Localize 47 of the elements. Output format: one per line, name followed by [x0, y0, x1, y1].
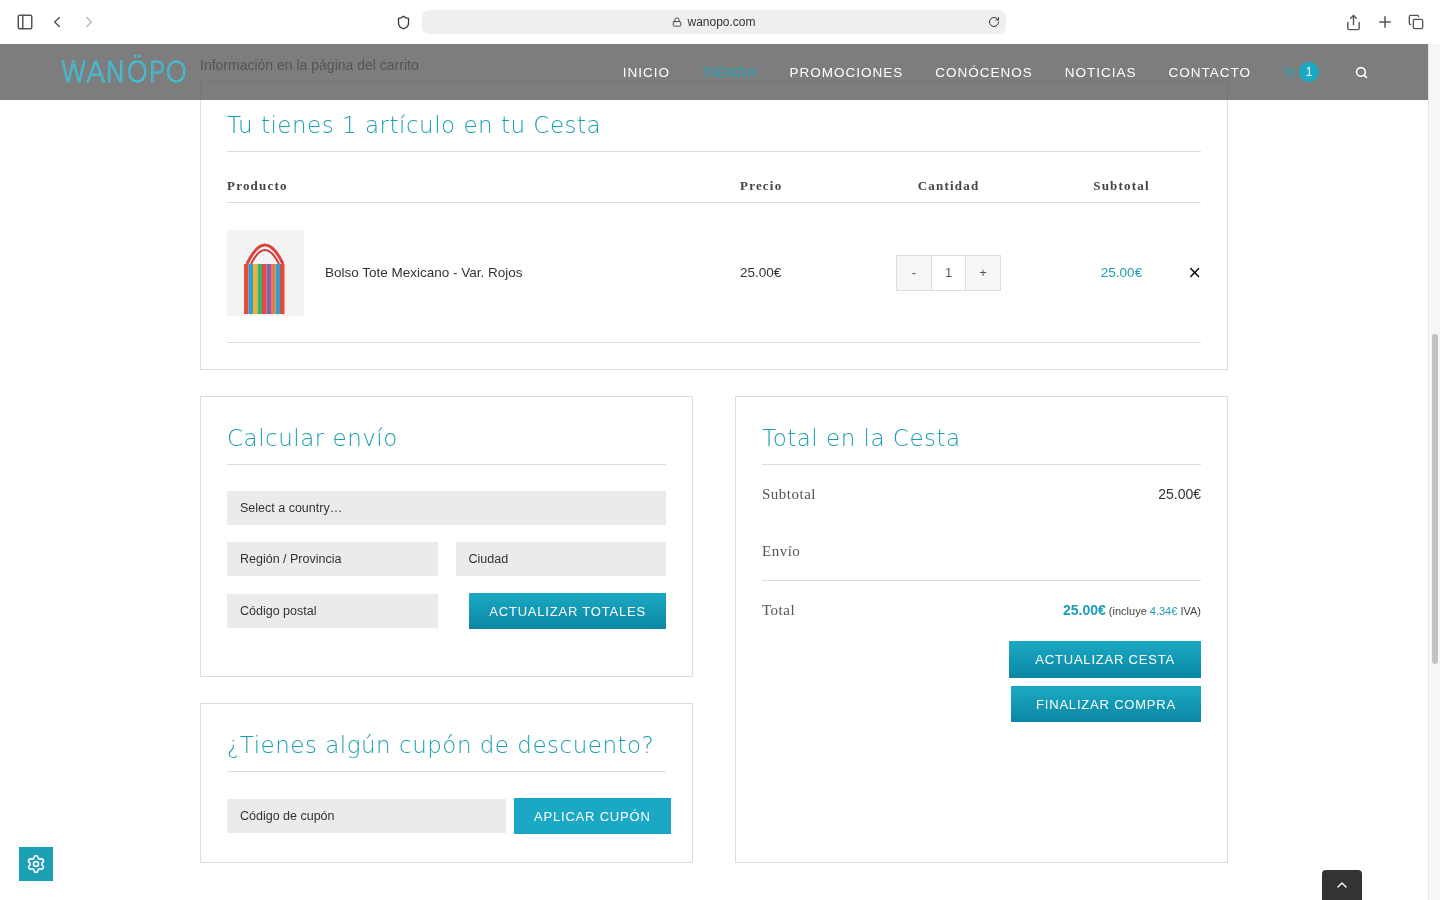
- shield-icon[interactable]: [396, 14, 411, 30]
- reload-icon[interactable]: [988, 16, 1000, 28]
- subtotal-label: Subtotal: [762, 485, 816, 503]
- settings-button[interactable]: [19, 847, 53, 881]
- subtotal-value: 25.00€: [1158, 486, 1201, 502]
- country-select[interactable]: Select a country…: [227, 491, 666, 525]
- total-label: Total: [762, 601, 796, 619]
- region-field[interactable]: Región / Provincia: [227, 542, 438, 576]
- product-name[interactable]: Bolso Tote Mexicano - Var. Rojos: [325, 265, 523, 280]
- subtotal: 25.00€: [1099, 265, 1144, 280]
- scroll-thumb[interactable]: [1432, 334, 1438, 664]
- shipping-label: Envío: [762, 543, 801, 560]
- apply-coupon-button[interactable]: APLICAR CUPÓN: [514, 798, 671, 834]
- column-header: Cantidad: [916, 177, 981, 195]
- update-totals-button[interactable]: ACTUALIZAR TOTALES: [469, 593, 666, 629]
- increment-button[interactable]: +: [966, 255, 1000, 290]
- total-value: 25.00€ (incluye 4.34€ IVA): [1062, 602, 1201, 618]
- city-field[interactable]: Ciudad: [455, 542, 666, 576]
- checkout-button[interactable]: FINALIZAR COMPRA: [1011, 686, 1201, 722]
- price: 25.00€: [740, 265, 783, 280]
- totals-title: Total en la Cesta: [762, 397, 1201, 465]
- column-header: Precio: [740, 177, 784, 195]
- cart-count: 1: [1299, 62, 1319, 82]
- nav-link[interactable]: NOTICIAS: [1064, 64, 1137, 80]
- new-tab-icon[interactable]: [1376, 13, 1394, 31]
- nav-link[interactable]: CONTACTO: [1168, 64, 1251, 80]
- nav-link[interactable]: INICIO: [622, 64, 670, 80]
- shipping-title: Calcular envío: [227, 397, 666, 465]
- back-to-top-button[interactable]: [1322, 870, 1362, 900]
- url-text: wanopo.com: [687, 15, 756, 29]
- column-header: Subtotal: [1092, 177, 1151, 195]
- update-cart-button[interactable]: ACTUALIZAR CESTA: [1009, 641, 1201, 678]
- share-icon[interactable]: [1345, 13, 1362, 31]
- postcode-field[interactable]: Código postal: [227, 594, 438, 628]
- coupon-title: ¿Tienes algún cupón de descuento?: [227, 704, 666, 772]
- lock-icon: [672, 17, 683, 27]
- nav-link[interactable]: PROMOCIONES: [789, 64, 904, 80]
- coupon-field[interactable]: Código de cupón: [227, 799, 506, 833]
- sidebar-icon[interactable]: [16, 13, 34, 31]
- decrement-button[interactable]: -: [897, 255, 931, 290]
- quantity-stepper[interactable]: - 1 +: [896, 254, 1001, 291]
- search-icon[interactable]: [1355, 65, 1368, 79]
- nav-link[interactable]: CONÓCENOS: [935, 64, 1033, 80]
- remove-button[interactable]: ×: [1188, 259, 1201, 286]
- column-header: Producto: [227, 177, 289, 195]
- settings-icon: [26, 854, 46, 874]
- tabs-icon[interactable]: [1408, 14, 1424, 30]
